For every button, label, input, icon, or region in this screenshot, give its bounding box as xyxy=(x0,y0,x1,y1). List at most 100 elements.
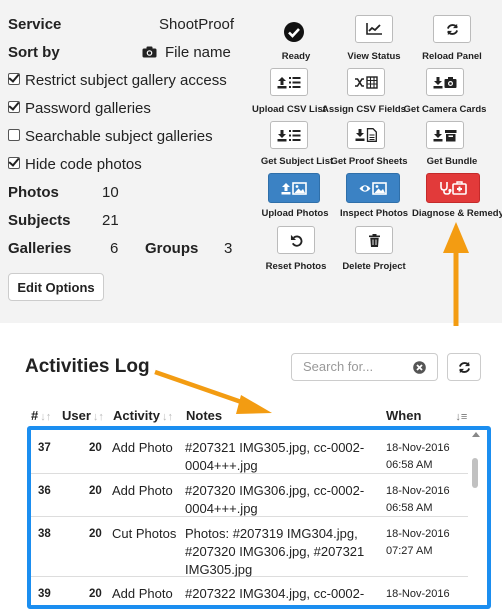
log-row-user: 20 xyxy=(89,485,102,497)
password-checkbox[interactable]: Password galleries xyxy=(8,100,151,117)
delete-project-button[interactable] xyxy=(355,226,393,254)
upload-photos-label: Upload Photos xyxy=(261,208,329,219)
galleries-count: 6 xyxy=(110,240,119,257)
get-proof-sheets-button[interactable] xyxy=(347,121,385,149)
refresh-icon xyxy=(446,23,458,35)
service-value: ShootProof xyxy=(159,16,235,33)
assign-csv-button[interactable] xyxy=(347,68,385,96)
stethoscope-medkit-icon xyxy=(440,181,467,195)
clear-circle-icon xyxy=(413,360,426,374)
restrict-checkbox[interactable]: Restrict subject gallery access xyxy=(8,72,227,89)
search-input[interactable]: Search for... xyxy=(291,353,403,381)
when-line: 18-Nov-2016 xyxy=(386,528,450,540)
column-header-user[interactable]: User ↓↑ xyxy=(62,408,104,423)
subjects-count: 21 xyxy=(102,212,119,229)
download-file-icon xyxy=(355,128,377,142)
log-row-num: 38 xyxy=(38,528,51,540)
get-camera-cards-button[interactable] xyxy=(426,68,464,96)
column-when-label: When xyxy=(386,408,422,423)
reset-photos-button[interactable] xyxy=(277,226,315,254)
when-line: 18-Nov-2016 xyxy=(386,588,450,600)
subjects-label: Subjects xyxy=(8,212,71,229)
column-header-notes: Notes xyxy=(186,408,223,423)
reload-panel-label: Reload Panel xyxy=(422,51,482,62)
upload-list-icon xyxy=(277,76,301,88)
activities-log-title: Activities Log xyxy=(25,356,150,377)
log-row-notes: Photos: #207319 IMG304.jpg, #207320 IMG30… xyxy=(185,525,364,579)
notes-line: Photos: #207319 IMG304.jpg, xyxy=(185,526,358,541)
column-user-label: User xyxy=(62,408,91,423)
hide-checkbox[interactable]: Hide code photos xyxy=(8,156,142,173)
shuffle-table-icon xyxy=(355,75,378,89)
notes-line: #207320 IMG306.jpg, cc-0002- xyxy=(185,483,365,498)
table-row[interactable]: 39 20 Add Photo #207322 IMG304.jpg, cc-0002… xyxy=(31,576,468,605)
checkbox-checked-icon xyxy=(8,101,20,113)
inspect-photos-button[interactable] xyxy=(346,173,400,203)
log-row-when: 18-Nov-2016 06:58 AM xyxy=(386,483,450,517)
column-num-label: # xyxy=(31,408,39,423)
log-row-activity: Add Photo xyxy=(112,586,173,601)
checkbox-checked-icon xyxy=(8,73,20,85)
table-row[interactable]: 36 20 Add Photo #207320 IMG306.jpg, cc-0002… xyxy=(31,473,468,517)
sort-desc-icon: ↓≡ xyxy=(455,411,468,423)
column-header-activity[interactable]: Activity ↓↑ xyxy=(113,408,173,423)
searchable-checkbox[interactable]: Searchable subject galleries xyxy=(8,128,213,145)
sort-label: Sort by xyxy=(8,44,60,61)
log-row-when: 18-Nov-2016 07:30 AM xyxy=(386,586,450,605)
delete-project-label: Delete Project xyxy=(342,261,406,272)
notes-line: 0004+++.jpg xyxy=(185,603,364,605)
when-line: 18-Nov-2016 xyxy=(386,442,450,454)
get-bundle-button[interactable] xyxy=(426,121,464,149)
reload-panel-button[interactable] xyxy=(433,15,471,43)
hide-label: Hide code photos xyxy=(25,156,142,173)
when-line: 07:30 AM xyxy=(386,603,450,605)
upload-photos-button[interactable] xyxy=(268,173,320,203)
table-row[interactable]: 38 20 Cut Photos Photos: #207319 IMG304.jpg… xyxy=(31,516,468,577)
sort-value-text: File name xyxy=(165,44,231,61)
searchable-label: Searchable subject galleries xyxy=(25,128,213,145)
log-row-when: 18-Nov-2016 07:27 AM xyxy=(386,526,450,560)
sort-icon: ↓↑ xyxy=(40,411,52,423)
diagnose-remedy-label: Diagnose & Remedy xyxy=(412,208,502,219)
download-archive-icon xyxy=(433,129,457,141)
refresh-icon xyxy=(458,361,470,373)
log-row-num: 39 xyxy=(38,588,51,600)
ready-indicator xyxy=(283,21,305,48)
when-line: 07:27 AM xyxy=(386,545,433,557)
view-status-label: View Status xyxy=(347,51,401,62)
edit-options-button[interactable]: Edit Options xyxy=(8,273,104,301)
password-label: Password galleries xyxy=(25,100,151,117)
refresh-log-button[interactable] xyxy=(447,353,481,381)
upload-csv-button[interactable] xyxy=(270,68,308,96)
log-row-notes: #207321 IMG305.jpg, cc-0002- 0004+++.jpg xyxy=(185,439,364,475)
get-bundle-label: Get Bundle xyxy=(426,156,478,167)
column-header-num[interactable]: # ↓↑ xyxy=(31,408,51,423)
column-header-when[interactable]: When ↓≡ xyxy=(386,408,467,423)
inspect-photos-label: Inspect Photos xyxy=(339,208,409,219)
photos-label: Photos xyxy=(8,184,59,201)
view-status-button[interactable] xyxy=(355,15,393,43)
project-panel: Service ShootProof Sort by File name Res… xyxy=(0,0,502,323)
log-row-when: 18-Nov-2016 06:58 AM xyxy=(386,440,450,474)
scroll-up-arrow[interactable] xyxy=(472,432,480,437)
log-row-user: 20 xyxy=(89,528,102,540)
when-line: 06:58 AM xyxy=(386,502,433,514)
download-list-icon xyxy=(277,129,301,141)
groups-label: Groups xyxy=(145,240,199,257)
restrict-label: Restrict subject gallery access xyxy=(25,72,227,89)
sort-value: File name xyxy=(142,44,231,61)
log-row-num: 36 xyxy=(38,485,51,497)
log-row-activity: Add Photo xyxy=(112,483,173,498)
table-row[interactable]: 37 20 Add Photo #207321 IMG305.jpg, cc-0002… xyxy=(31,430,468,474)
camera-icon xyxy=(142,46,157,58)
diagnose-remedy-button[interactable] xyxy=(426,173,480,203)
get-subject-list-button[interactable] xyxy=(270,121,308,149)
download-camera-icon xyxy=(433,76,457,88)
checkbox-unchecked-icon xyxy=(8,129,20,141)
when-line: 06:58 AM xyxy=(386,459,433,471)
clear-search-button[interactable] xyxy=(402,353,438,381)
undo-icon xyxy=(290,234,302,247)
upload-csv-label: Upload CSV List xyxy=(252,104,326,115)
scrollbar-thumb[interactable] xyxy=(472,458,478,488)
log-row-activity: Add Photo xyxy=(112,440,173,455)
